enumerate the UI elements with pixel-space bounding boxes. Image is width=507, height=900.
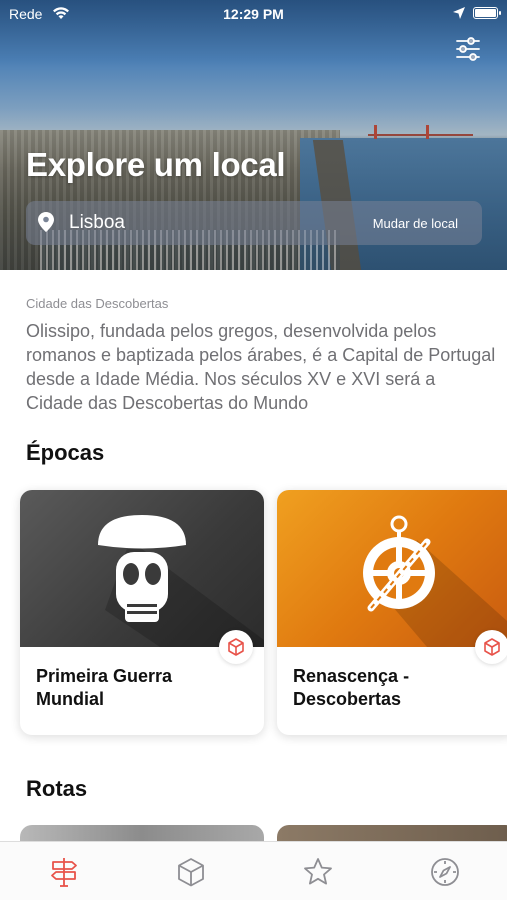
epoch-card-image bbox=[277, 490, 507, 647]
star-icon[interactable] bbox=[302, 856, 334, 888]
cube-icon bbox=[484, 638, 500, 656]
map-pin-icon bbox=[38, 212, 54, 232]
battery-icon bbox=[473, 7, 501, 19]
routes-section-title: Rotas bbox=[26, 776, 88, 801]
change-location-button[interactable]: Mudar de local bbox=[373, 216, 458, 231]
tab-bar bbox=[0, 841, 507, 900]
city-description: Olissipo, fundada pelos gregos, desenvol… bbox=[26, 321, 496, 413]
ar-cube-badge bbox=[475, 630, 507, 664]
compass-icon[interactable] bbox=[429, 856, 461, 888]
epoch-card[interactable]: Renascença - Descobertas bbox=[277, 490, 507, 735]
status-bar: Rede 12:29 PM bbox=[0, 0, 507, 28]
signpost-icon[interactable] bbox=[48, 856, 80, 888]
clock: 12:29 PM bbox=[223, 6, 284, 22]
ar-cube-badge bbox=[219, 630, 253, 664]
ship-wheel-icon bbox=[363, 515, 435, 612]
location-bar[interactable]: Lisboa Mudar de local bbox=[26, 201, 482, 245]
epoch-card-label: Primeira Guerra Mundial bbox=[36, 666, 173, 709]
cube-icon bbox=[228, 638, 244, 656]
city-subtitle: Cidade das Descobertas bbox=[26, 296, 169, 311]
current-location: Lisboa bbox=[69, 212, 125, 233]
filter-sliders-icon[interactable] bbox=[455, 37, 481, 61]
epoch-card[interactable]: Primeira Guerra Mundial bbox=[20, 490, 264, 735]
epoch-card-image bbox=[20, 490, 264, 647]
page-title: Explore um local bbox=[26, 146, 286, 183]
epoch-card-label: Renascença - Descobertas bbox=[293, 666, 410, 709]
location-arrow-icon bbox=[453, 7, 465, 19]
cube-icon[interactable] bbox=[175, 856, 207, 888]
epochs-section-title: Épocas bbox=[26, 440, 105, 465]
